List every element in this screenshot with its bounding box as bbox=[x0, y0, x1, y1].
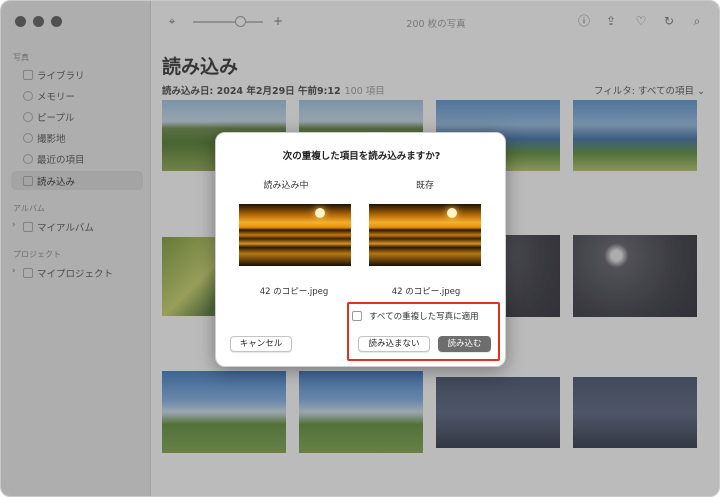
importing-column-label: 読み込み中 bbox=[263, 181, 309, 191]
cancel-button[interactable]: キャンセル bbox=[230, 336, 292, 352]
existing-file-name: 42 のコピー.jpeg bbox=[391, 287, 461, 297]
apply-all-label: すべての重複した写真に適用 bbox=[369, 312, 479, 322]
existing-photo-preview bbox=[369, 204, 481, 266]
import-button[interactable]: 読み込む bbox=[438, 336, 491, 352]
importing-photo-preview bbox=[239, 204, 351, 266]
dont-import-button[interactable]: 読み込まない bbox=[358, 336, 430, 352]
apply-all-checkbox-row[interactable]: すべての重複した写真に適用 bbox=[352, 310, 479, 322]
photos-window: 写真 ライブラリ メモリー ピープル 撮影地 最近の項目 読み込み アルバム › bbox=[0, 0, 720, 497]
importing-file-name: 42 のコピー.jpeg bbox=[259, 287, 329, 297]
apply-all-checkbox[interactable] bbox=[352, 311, 362, 321]
dialog-title: 次の重複した項目を読み込みますか? bbox=[282, 151, 441, 162]
existing-column-label: 既存 bbox=[415, 181, 434, 191]
